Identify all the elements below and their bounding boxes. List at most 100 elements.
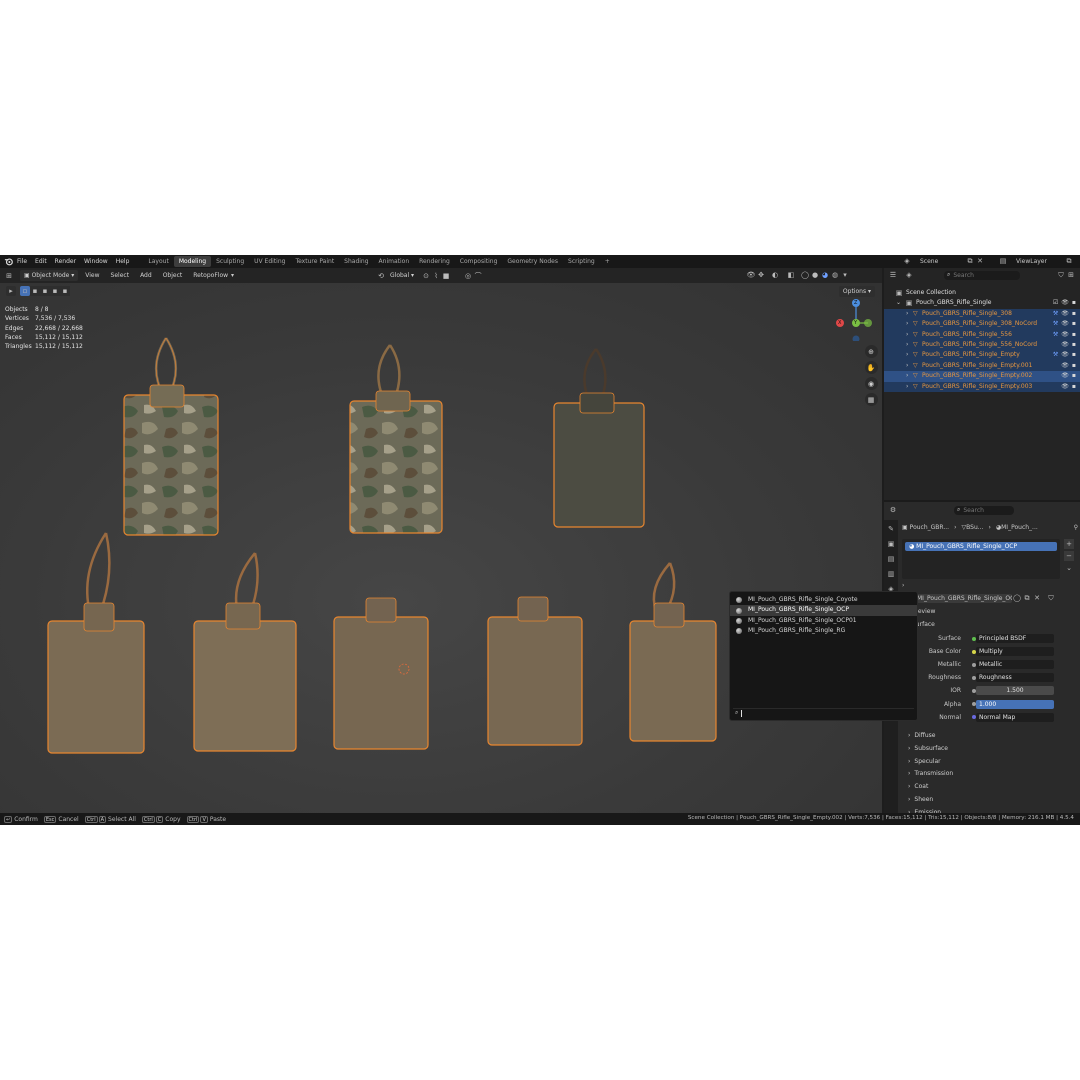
gizmo-toggle-icon[interactable]: ✥ [756,270,766,280]
shading-options-icon[interactable]: ▾ [840,270,850,280]
outliner-search[interactable]: ⌕ Search [944,270,1020,280]
slot-menu-icon[interactable]: ⌄ [1064,563,1074,573]
modifier-icon[interactable]: ⚒ [1053,309,1058,319]
tab-layout[interactable]: Layout [143,256,173,267]
subpanel-coat[interactable]: › Coat [908,781,928,792]
checkbox-icon[interactable]: ☑ [1053,298,1058,308]
expand-arrow-icon[interactable]: › [902,582,904,589]
render-tab-icon[interactable]: ▣ [886,539,896,549]
pouch-front-3[interactable] [333,597,429,750]
socket-dot-icon[interactable] [972,649,976,654]
fake-user-icon[interactable]: ◯ [1012,593,1022,603]
menu-file[interactable]: File [13,255,31,268]
add-slot-icon[interactable]: + [1064,539,1074,549]
socket-dot-icon[interactable] [972,702,976,706]
prop-value-field[interactable]: 1.500 [976,686,1054,696]
subpanel-sheen[interactable]: › Sheen [908,794,933,805]
viewport-menu-view[interactable]: View [81,270,103,281]
dropdown-search-input[interactable] [741,709,902,717]
socket-dot-icon[interactable] [972,662,976,667]
camera-icon[interactable]: ▪ [1072,330,1076,340]
tab-compositing[interactable]: Compositing [455,256,503,267]
expand-arrow-icon[interactable]: › [906,361,913,371]
socket-dot-icon[interactable] [972,675,976,680]
view-layer-tab-icon[interactable]: ▥ [886,569,896,579]
add-workspace-button[interactable]: + [600,256,615,267]
navigation-gizmo[interactable]: Z Y X [834,297,878,343]
snap-icon[interactable]: ⌇ [431,271,441,281]
view-layer-selector[interactable]: ▤ ViewLayer ⧉ [998,256,1074,266]
pouch-front-5[interactable] [629,562,717,742]
viewport-menu-add[interactable]: Add [136,270,156,281]
socket-dot-icon[interactable] [972,636,976,641]
blender-logo-icon[interactable] [3,257,13,267]
outliner-object-row[interactable]: › ▽ Pouch_GBRS_Rifle_Single_Empty ⚒ 👁 ▪ [884,350,1080,361]
editor-type-icon[interactable]: ⊞ [4,271,14,281]
material-option[interactable]: MI_Pouch_GBRS_Rifle_Single_OCP01 [730,616,917,626]
eye-icon[interactable]: 👁 [1061,309,1069,319]
outliner-object-row[interactable]: › ▽ Pouch_GBRS_Rifle_Single_308 ⚒ 👁 ▪ [884,308,1080,320]
remove-slot-icon[interactable]: − [1064,551,1074,561]
xray-toggle-icon[interactable]: ◧ [786,270,796,280]
modifier-icon[interactable]: ⚒ [1053,319,1058,329]
unlink-material-icon[interactable]: ✕ [1032,593,1042,603]
rendered-shading-icon[interactable]: ◍ [830,270,840,280]
expand-arrow-icon[interactable]: › [906,340,913,350]
modifier-icon[interactable]: ⚒ [1053,350,1058,360]
outliner-editor-icon[interactable]: ☰ [888,270,898,280]
menu-window[interactable]: Window [80,255,112,268]
expand-arrow-icon[interactable]: › [906,319,913,329]
material-option[interactable]: MI_Pouch_GBRS_Rifle_Single_RG [730,626,917,636]
new-collection-icon[interactable]: ⊞ [1066,270,1076,280]
tab-shading[interactable]: Shading [339,256,373,267]
expand-arrow-icon[interactable]: › [906,309,913,319]
duplicate-material-icon[interactable]: ⧉ [1022,593,1032,603]
material-option[interactable]: MI_Pouch_GBRS_Rifle_Single_OCP [730,605,917,616]
outliner-object-row[interactable]: › ▽ Pouch_GBRS_Rifle_Single_308_NoCord ⚒ 👁 ▪ [884,319,1080,330]
pin-icon[interactable]: ⚲ [1074,524,1078,531]
mode-selector[interactable]: ▣ Object Mode ▾ [20,270,79,281]
perspective-grid-icon[interactable]: ▦ [864,393,878,406]
snap-target-icon[interactable]: ■ [441,271,451,281]
expand-arrow-icon[interactable]: › [906,382,913,392]
visibility-icon[interactable]: 👁 [746,270,756,280]
camera-icon[interactable]: ▪ [1072,350,1076,360]
eye-icon[interactable]: 👁 [1061,319,1069,329]
pouch-back-right[interactable] [553,348,645,528]
camera-icon[interactable]: ▪ [1072,319,1076,329]
subpanel-transmission[interactable]: › Transmission [908,768,953,779]
solid-shading-icon[interactable]: ● [810,270,820,280]
tab-animation[interactable]: Animation [374,256,415,267]
prop-value-field[interactable]: Principled BSDF [976,634,1054,643]
orientation-dropdown[interactable]: Global ▾ [386,270,418,281]
menu-render[interactable]: Render [51,255,80,268]
output-tab-icon[interactable]: ▤ [886,554,896,564]
prop-value-field[interactable]: Multiply [976,647,1054,657]
copy-view-layer-icon[interactable]: ⧉ [1064,256,1074,266]
copy-scene-icon[interactable]: ⧉ [965,256,975,266]
filter-icon[interactable]: ⛉ [1056,270,1066,280]
tab-scripting[interactable]: Scripting [563,256,600,267]
close-scene-icon[interactable]: ✕ [975,256,985,266]
expand-arrow-icon[interactable]: › [906,371,913,381]
viewport-menu-object[interactable]: Object [159,270,187,281]
eye-icon[interactable]: 👁 [1061,330,1069,340]
retopoflow-chevron-down-icon[interactable]: ▾ [231,272,234,279]
material-shading-icon[interactable]: ◕ [820,270,830,280]
viewport-menu-select[interactable]: Select [107,270,134,281]
prop-value-field[interactable]: Roughness [976,673,1054,683]
pivot-icon[interactable]: ⊙ [421,271,431,281]
modifier-icon[interactable]: ⚒ [1053,330,1058,340]
subpanel-subsurface[interactable]: › Subsurface [908,743,948,754]
pouch-back-middle[interactable] [349,344,443,534]
socket-dot-icon[interactable] [972,688,976,693]
outliner-object-row[interactable]: › ▽ Pouch_GBRS_Rifle_Single_556 ⚒ 👁 ▪ [884,329,1080,340]
3d-viewport[interactable]: ▸ ▫ ▪ ▪ ▪ ▪ Options ▾ Objects 8 / 8 Verti… [0,283,882,813]
material-option[interactable]: MI_Pouch_GBRS_Rifle_Single_Coyote [730,595,917,605]
camera-icon[interactable]: ▪ [1072,382,1076,392]
camera-icon[interactable]: ▪ [1072,361,1076,371]
dropdown-search[interactable]: ⌕ [733,708,914,717]
camera-icon[interactable]: ▪ [1072,309,1076,319]
scene-collection-row[interactable]: ▣ Scene Collection [884,288,1080,298]
tab-texture-paint[interactable]: Texture Paint [290,256,339,267]
